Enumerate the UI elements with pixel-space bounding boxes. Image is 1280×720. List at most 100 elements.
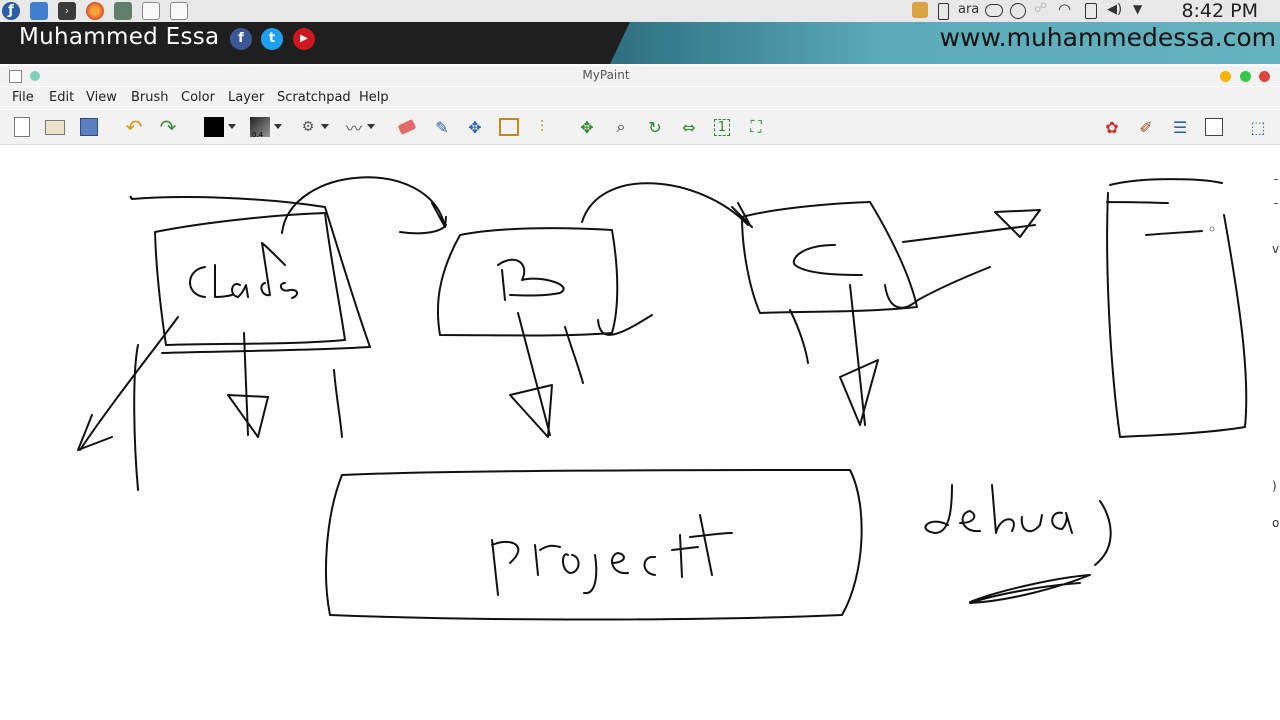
sketch-line-c-hook — [884, 266, 991, 309]
maximize-button[interactable] — [1240, 71, 1251, 82]
menu-scratchpad[interactable]: Scratchpad — [277, 90, 351, 105]
main-toolbar: ↶ ↷ 0.4 ⚙ 〰 ✎ ✥ ⫶ ✥ ⌕ ↻ ⇔ 1 ⛶ ✿ ✐ ☰ ⬚ — [0, 110, 1280, 145]
rotate-view-icon[interactable]: ↻ — [643, 115, 667, 139]
sketch-box-class-inner — [154, 212, 346, 346]
terminal-icon[interactable]: › — [58, 2, 76, 20]
mypaint-icon[interactable] — [170, 2, 188, 20]
layers-icon[interactable]: ☰ — [1168, 115, 1192, 139]
sketch-line-d-inner — [1145, 230, 1203, 236]
edge-mark-4: ) — [1272, 479, 1277, 493]
brush-stroke-dropdown-icon[interactable] — [367, 124, 375, 129]
pan-view-icon[interactable]: ✥ — [463, 115, 487, 139]
sketch-arrow-c-down — [839, 284, 879, 426]
brush-size-dropdown-icon[interactable] — [274, 124, 282, 129]
sketch-text-debug — [924, 484, 1112, 566]
wifi-icon[interactable]: ◠ — [1058, 0, 1071, 18]
sketch-box-b — [436, 227, 619, 337]
zoom-view-icon[interactable]: ⌕ — [609, 115, 633, 139]
sketch-arrow-c-right — [902, 209, 1041, 243]
menu-help[interactable]: Help — [359, 90, 389, 105]
color-picker-icon[interactable]: ✎ — [430, 115, 454, 139]
drawing-canvas[interactable]: - - v ) o — [0, 145, 1280, 720]
menu-brush[interactable]: Brush — [131, 90, 169, 105]
close-button[interactable] — [1259, 71, 1270, 82]
edge-mark-2: - — [1274, 196, 1278, 210]
open-folder-icon[interactable] — [43, 115, 67, 139]
brush-settings-dropdown-icon[interactable] — [321, 124, 329, 129]
volume-icon[interactable]: ◀) — [1107, 2, 1122, 17]
save-icon[interactable] — [77, 115, 101, 139]
eraser-icon[interactable] — [395, 115, 419, 139]
file-manager-icon[interactable] — [30, 2, 48, 20]
menu-bar: File Edit View Brush Color Layer Scratch… — [0, 87, 1280, 109]
fedora-icon[interactable]: ƒ — [2, 2, 20, 20]
screenshot-icon[interactable] — [142, 2, 160, 20]
sketch-text-c — [792, 244, 863, 276]
presenter-banner: Muhammed Essa f t ▶ www.muhammedessa.com — [0, 22, 1280, 64]
brush-size-icon[interactable]: 0.4 — [248, 115, 272, 139]
sketch-arrow-b-down — [509, 312, 553, 438]
clock[interactable]: 8:42 PM — [1181, 0, 1258, 22]
sketch-arrow-b-hook — [597, 314, 653, 336]
youtube-icon: ▶ — [293, 28, 315, 50]
cloud-icon[interactable] — [985, 4, 1003, 17]
window-title: MyPaint — [582, 68, 630, 82]
color-palette-icon[interactable]: ✿ — [1100, 115, 1124, 139]
edge-mark-5: o — [1272, 516, 1279, 530]
website-url: www.muhammedessa.com — [939, 23, 1276, 52]
keyboard-layout[interactable]: ara — [958, 2, 979, 17]
move-view-icon[interactable]: ✥ — [575, 115, 599, 139]
package-icon[interactable] — [912, 2, 928, 18]
sketch-scribble-underline — [969, 574, 1091, 604]
minimize-button[interactable] — [1220, 71, 1231, 82]
sketch-text-class — [189, 242, 298, 299]
cursor-dot — [1209, 226, 1215, 232]
fit-view-icon[interactable]: ⛶ — [744, 115, 768, 139]
sketch-box-d — [1106, 178, 1248, 438]
undo-icon[interactable]: ↶ — [122, 115, 146, 139]
brush-settings-icon[interactable]: ⚙ — [296, 115, 320, 139]
sketch-drawing: - - v ) o — [77, 172, 1279, 621]
update-icon[interactable] — [1010, 3, 1026, 19]
menu-view[interactable]: View — [86, 90, 117, 105]
sketch-arrow-b-to-c — [581, 182, 753, 228]
frame-icon[interactable] — [497, 115, 521, 139]
brush-editor-icon[interactable]: ✐ — [1134, 115, 1158, 139]
facebook-icon: f — [230, 28, 252, 50]
color-dropdown-icon[interactable] — [228, 124, 236, 129]
clipboard-icon[interactable] — [1085, 3, 1097, 19]
sketch-line-c-left — [789, 309, 809, 364]
twitter-icon: t — [261, 28, 283, 50]
brush-size-label: 0.4 — [252, 131, 264, 139]
edge-mark-3: v — [1272, 242, 1279, 256]
symmetry-icon[interactable]: ⫶ — [530, 115, 554, 139]
sketch-arrow-down-left — [77, 316, 179, 451]
sketch-arrow-down-1 — [227, 332, 269, 438]
fullscreen-icon[interactable]: ⬚ — [1246, 115, 1270, 139]
sketch-line-down — [333, 369, 343, 438]
menu-layer[interactable]: Layer — [228, 90, 264, 105]
image-viewer-icon[interactable] — [114, 2, 132, 20]
sketch-box-c — [741, 201, 918, 314]
mirror-view-icon[interactable]: ⇔ — [677, 115, 701, 139]
menu-file[interactable]: File — [12, 90, 34, 105]
brush-stroke-icon[interactable]: 〰 — [342, 115, 366, 139]
dropdown-icon[interactable]: ▼ — [1133, 2, 1142, 16]
sketch-text-project — [491, 514, 733, 596]
edge-mark-1: - — [1274, 172, 1278, 186]
window-titlebar[interactable]: MyPaint — [0, 66, 1280, 86]
sketch-text-b — [497, 258, 565, 301]
firefox-icon[interactable] — [86, 2, 104, 20]
brush-list-icon[interactable] — [1202, 115, 1226, 139]
menu-color[interactable]: Color — [181, 90, 215, 105]
network-icon[interactable]: ☍ — [1034, 1, 1047, 16]
redo-icon[interactable]: ↷ — [156, 115, 180, 139]
reset-view-icon[interactable]: 1 — [710, 115, 734, 139]
battery-icon[interactable] — [938, 3, 949, 20]
menu-edit[interactable]: Edit — [49, 90, 74, 105]
new-document-icon[interactable] — [10, 115, 34, 139]
color-swatch[interactable] — [202, 115, 226, 139]
presenter-name: Muhammed Essa — [19, 24, 220, 50]
system-top-panel: ƒ › ara ☍ ◠ ◀) ▼ 8:42 PM — [0, 0, 1280, 23]
reset-view-label: 1 — [713, 118, 731, 136]
